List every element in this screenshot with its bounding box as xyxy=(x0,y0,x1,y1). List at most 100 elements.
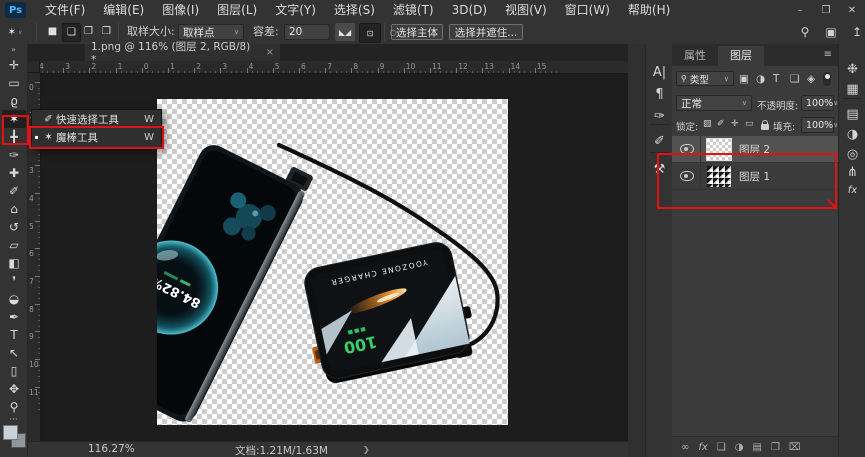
foreground-color-swatch[interactable] xyxy=(3,425,18,440)
marquee-tool[interactable]: ▭ xyxy=(2,74,26,92)
menu-item[interactable]: 3D(D) xyxy=(443,0,496,20)
visibility-eye-icon[interactable] xyxy=(680,171,694,181)
history-brush-tool[interactable]: ↺ xyxy=(2,218,26,236)
paths-panel-icon[interactable]: ⋔ xyxy=(839,165,865,180)
filter-adjustment-icon[interactable]: ◑ xyxy=(756,73,765,85)
menu-item[interactable]: 窗口(W) xyxy=(556,0,619,20)
lock-pixels-icon[interactable]: ✐ xyxy=(717,119,725,129)
filter-shape-icon[interactable]: ❑ xyxy=(790,73,799,85)
menu-item[interactable]: 帮助(H) xyxy=(619,0,679,20)
close-button[interactable]: ✕ xyxy=(839,5,865,16)
document-tab[interactable]: 1.png @ 116% (图层 2, RGB/8) * × xyxy=(85,44,280,61)
lock-artboard-icon[interactable]: ▭ xyxy=(745,119,754,129)
subtract-from-selection-icon[interactable]: ❐ xyxy=(80,23,97,40)
link-layers-icon[interactable]: ∞ xyxy=(681,442,689,453)
type-tool[interactable]: T xyxy=(2,326,26,344)
active-tool-icon[interactable]: ✶ ∨ xyxy=(5,23,25,41)
gradient-tool[interactable]: ◧ xyxy=(2,254,26,272)
blend-mode-select[interactable]: 正常∨ xyxy=(676,95,752,111)
adjustments-panel-icon[interactable]: ◑ xyxy=(839,127,865,142)
eraser-tool[interactable]: ▱ xyxy=(2,236,26,254)
path-select-tool[interactable]: ↖ xyxy=(2,344,26,362)
panel-menu-icon[interactable]: ≡ xyxy=(824,49,832,60)
menu-item[interactable]: 滤镜(T) xyxy=(384,0,443,20)
color-swatches[interactable] xyxy=(3,425,25,455)
zoom-tool[interactable]: ⚲ xyxy=(2,398,26,416)
healing-brush-tool[interactable]: ✚ xyxy=(2,164,26,182)
dodge-tool[interactable]: ◒ xyxy=(2,290,26,308)
styles-panel-icon[interactable]: fx xyxy=(839,185,865,196)
contiguous-icon[interactable]: ⊡ xyxy=(359,23,381,43)
search-icon[interactable]: ⚲ xyxy=(795,23,815,41)
tool-presets-panel-icon[interactable]: ⚒ xyxy=(646,162,673,177)
tolerance-input[interactable]: 20 xyxy=(284,24,330,40)
filter-image-icon[interactable]: ▣ xyxy=(739,73,749,85)
move-tool[interactable]: ✛ xyxy=(2,56,26,74)
select-and-mask-button[interactable]: 选择并遮住... xyxy=(449,24,523,40)
libraries-panel-icon[interactable]: ▤ xyxy=(839,107,865,122)
magic-wand-tool[interactable]: ✶ xyxy=(2,110,26,128)
layer-thumbnail[interactable] xyxy=(707,166,731,187)
blur-tool[interactable]: ❜ xyxy=(2,272,26,290)
menu-item[interactable]: 视图(V) xyxy=(496,0,556,20)
quick-select-tool-item[interactable]: ✐快速选择工具W xyxy=(32,110,161,128)
zoom-level[interactable]: 116.27% xyxy=(88,443,135,455)
minimize-button[interactable]: – xyxy=(787,5,813,16)
magic-wand-tool-item[interactable]: ▪✶魔棒工具W xyxy=(32,128,161,146)
pen-tool[interactable]: ✒ xyxy=(2,308,26,326)
add-to-selection-icon[interactable]: ❏ xyxy=(62,23,81,42)
new-layer-icon[interactable]: ❐ xyxy=(771,442,780,453)
menu-item[interactable]: 编辑(E) xyxy=(94,0,153,20)
eyedropper-tool[interactable]: ✑ xyxy=(2,146,26,164)
canvas-image[interactable]: 84.82% ⚡ YOOZONE CHARGER 100 xyxy=(157,99,508,425)
adjustment-layer-icon[interactable]: ◑ xyxy=(735,442,744,453)
layer-filter-select[interactable]: ⚲ 类型 ∨ xyxy=(676,71,734,86)
character-panel-icon[interactable]: A| xyxy=(646,65,673,80)
intersect-selection-icon[interactable]: ❒ xyxy=(98,23,115,40)
tab-layers[interactable]: 图层 xyxy=(718,46,764,66)
brush-settings-panel-icon[interactable]: ✑ xyxy=(646,109,673,124)
crop-tool[interactable]: ╋ xyxy=(2,128,26,146)
restore-button[interactable]: ❐ xyxy=(813,5,839,16)
shape-tool[interactable]: ▯ xyxy=(2,362,26,380)
tab-properties[interactable]: 属性 xyxy=(672,46,718,66)
opacity-input[interactable]: 100%∨ xyxy=(801,95,834,111)
sample-all-layers-icon[interactable]: ◌ xyxy=(383,23,403,41)
lock-transparent-icon[interactable]: ▨ xyxy=(703,119,712,129)
workspace-icon[interactable]: ▣ xyxy=(821,23,841,41)
layer-thumbnail[interactable] xyxy=(707,139,731,160)
menu-item[interactable]: 文字(Y) xyxy=(266,0,325,20)
paragraph-panel-icon[interactable]: ¶ xyxy=(646,87,673,102)
layer-row[interactable]: 图层 2 xyxy=(672,136,838,163)
filter-smart-object-icon[interactable]: ◈ xyxy=(807,73,815,85)
fill-input[interactable]: 100%∨ xyxy=(801,117,834,133)
layer-row[interactable]: 图层 1 xyxy=(672,163,838,190)
filter-toggle[interactable] xyxy=(823,72,831,86)
layer-mask-icon[interactable]: ❏ xyxy=(717,442,726,453)
sample-size-select[interactable]: 取样点∨ xyxy=(178,24,244,40)
visibility-eye-icon[interactable] xyxy=(680,144,694,154)
brush-tool[interactable]: ✐ xyxy=(2,182,26,200)
brushes-panel-icon[interactable]: ✐ xyxy=(646,134,673,149)
hand-tool[interactable]: ✥ xyxy=(2,380,26,398)
swatches-panel-icon[interactable]: ▦ xyxy=(839,82,865,97)
anti-alias-icon[interactable]: ◣◢ xyxy=(335,23,355,41)
clone-stamp-tool[interactable]: ⌂ xyxy=(2,200,26,218)
menu-item[interactable]: 图层(L) xyxy=(208,0,266,20)
color-panel-icon[interactable]: ❉ xyxy=(839,62,865,77)
menu-item[interactable]: 图像(I) xyxy=(153,0,208,20)
layer-style-icon[interactable]: fx xyxy=(698,442,707,453)
share-icon[interactable]: ↥ xyxy=(847,23,865,41)
lock-position-icon[interactable]: ✛ xyxy=(731,119,739,129)
menu-item[interactable]: 文件(F) xyxy=(36,0,94,20)
new-group-icon[interactable]: ▤ xyxy=(753,442,762,453)
toolbar-collapse-icon[interactable]: » xyxy=(0,44,27,56)
filter-type-icon[interactable]: T xyxy=(773,73,779,85)
status-chevron-icon[interactable]: ❯ xyxy=(363,445,370,454)
patterns-panel-icon[interactable]: ◎ xyxy=(839,147,865,162)
delete-layer-icon[interactable]: ⌧ xyxy=(789,442,801,453)
menu-item[interactable]: 选择(S) xyxy=(325,0,384,20)
close-tab-icon[interactable]: × xyxy=(266,47,274,58)
lock-all-icon[interactable] xyxy=(761,124,769,130)
lasso-tool[interactable]: ϱ xyxy=(2,92,26,110)
